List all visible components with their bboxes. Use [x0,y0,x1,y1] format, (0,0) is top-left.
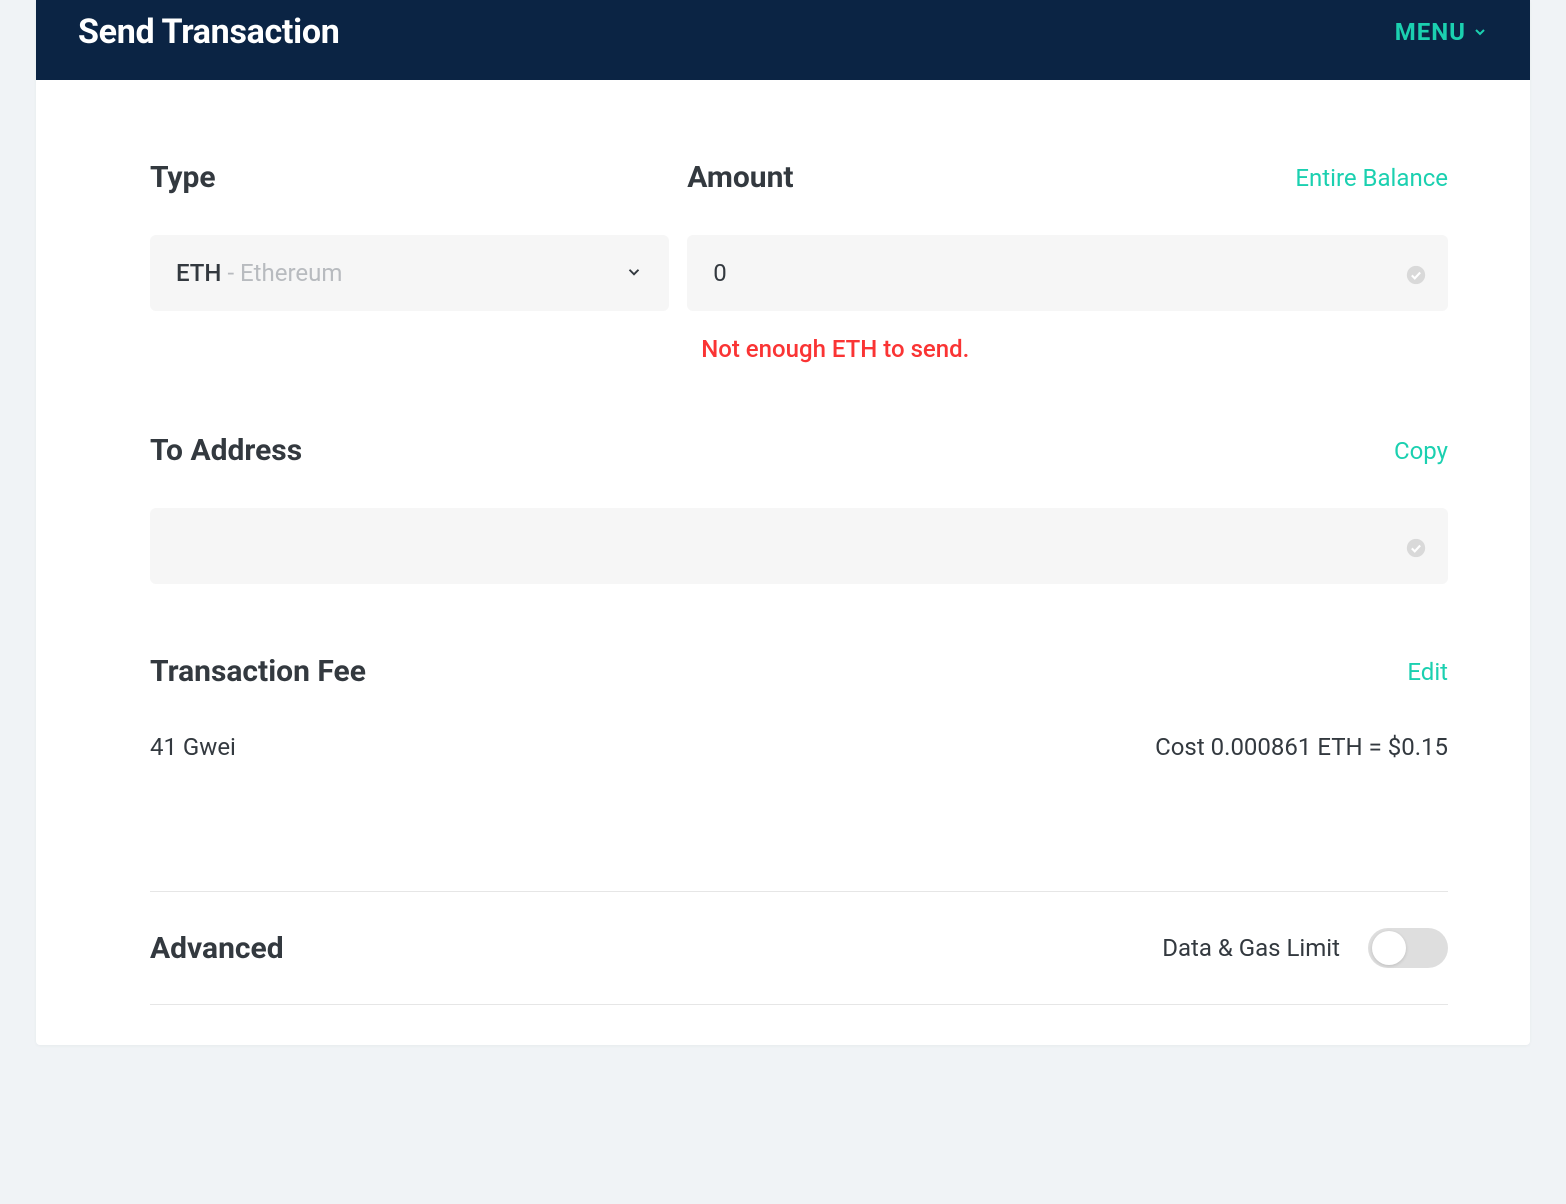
amount-label: Amount [687,160,793,195]
checkmark-circle-icon [1406,263,1426,283]
amount-error: Not enough ETH to send. [701,335,1448,363]
fee-label: Transaction Fee [150,654,366,689]
checkmark-circle-icon [1406,536,1426,556]
type-label: Type [150,160,216,195]
menu-button[interactable]: MENU [1395,18,1488,46]
fee-cost: Cost 0.000861 ETH = $0.15 [1155,733,1448,761]
advanced-toggle[interactable] [1368,928,1448,968]
menu-label: MENU [1395,18,1466,46]
chevron-down-icon [1472,24,1488,40]
type-name: - Ethereum [227,259,342,287]
toggle-knob [1372,931,1406,965]
to-address-label: To Address [150,433,302,468]
amount-input[interactable] [713,259,1422,287]
to-address-input[interactable] [176,532,1422,560]
card-header: Send Transaction MENU [36,0,1530,80]
chevron-down-icon [625,259,643,287]
amount-input-container [687,235,1448,311]
type-symbol: ETH [176,259,221,287]
edit-fee-link[interactable]: Edit [1407,658,1448,686]
page-title: Send Transaction [78,12,339,52]
toggle-label: Data & Gas Limit [1162,934,1340,962]
to-address-input-container [150,508,1448,584]
copy-link[interactable]: Copy [1394,437,1448,465]
fee-gwei: 41 Gwei [150,733,236,761]
type-select[interactable]: ETH - Ethereum [150,235,669,311]
advanced-label: Advanced [150,931,284,966]
divider [150,1004,1448,1005]
entire-balance-link[interactable]: Entire Balance [1295,164,1448,192]
